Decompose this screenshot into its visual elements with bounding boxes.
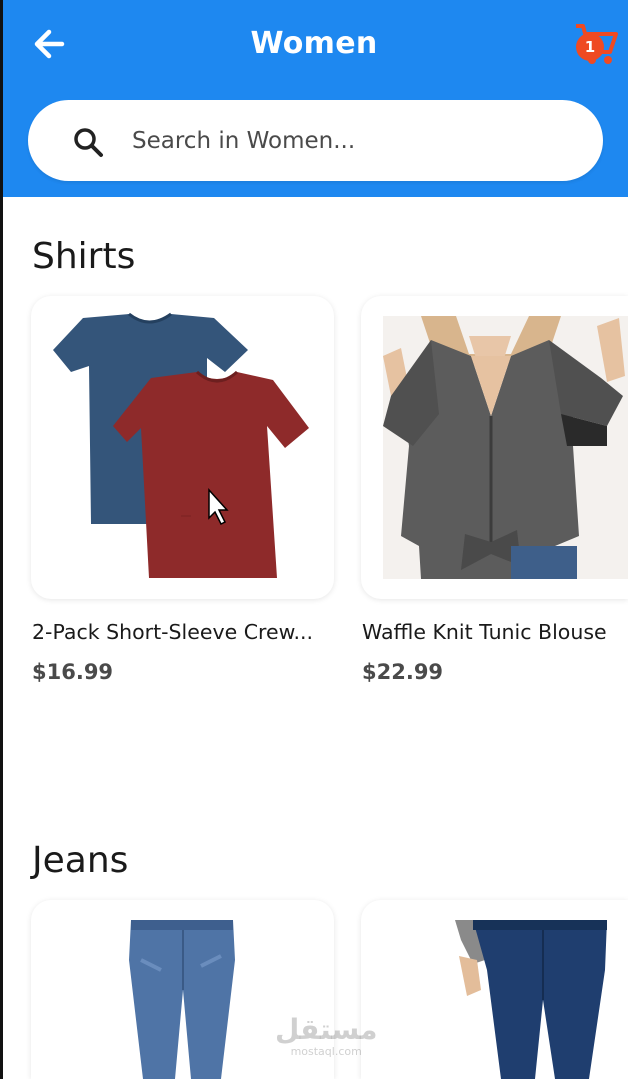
section-title-jeans: Jeans bbox=[32, 840, 129, 881]
window-edge bbox=[0, 0, 3, 1079]
search-bar[interactable] bbox=[28, 100, 603, 181]
product-price: $22.99 bbox=[362, 660, 444, 684]
product-card-jeans-dark[interactable] bbox=[361, 900, 628, 1079]
product-image-jeans-dark bbox=[455, 920, 607, 1079]
product-card-crew-tshirts[interactable] bbox=[31, 296, 334, 599]
page-title: Women bbox=[250, 26, 378, 61]
product-image-tshirts bbox=[53, 312, 309, 578]
watermark: مستقل mostaql.com bbox=[275, 1013, 378, 1059]
watermark-latin: mostaql.com bbox=[290, 1045, 362, 1058]
search-input[interactable] bbox=[132, 118, 572, 164]
product-price: $16.99 bbox=[32, 660, 114, 684]
cart-count-badge: 1 bbox=[576, 33, 604, 61]
app-bar: Women 1 bbox=[0, 0, 628, 197]
product-name[interactable]: 2-Pack Short-Sleeve Crew... bbox=[32, 620, 313, 644]
product-name[interactable]: Waffle Knit Tunic Blouse bbox=[362, 620, 607, 644]
search-icon bbox=[74, 128, 103, 157]
product-card-waffle-blouse[interactable] bbox=[361, 296, 628, 599]
product-image-blouse bbox=[383, 316, 628, 579]
watermark-arabic: مستقل bbox=[275, 1013, 378, 1046]
section-title-shirts: Shirts bbox=[32, 236, 136, 277]
